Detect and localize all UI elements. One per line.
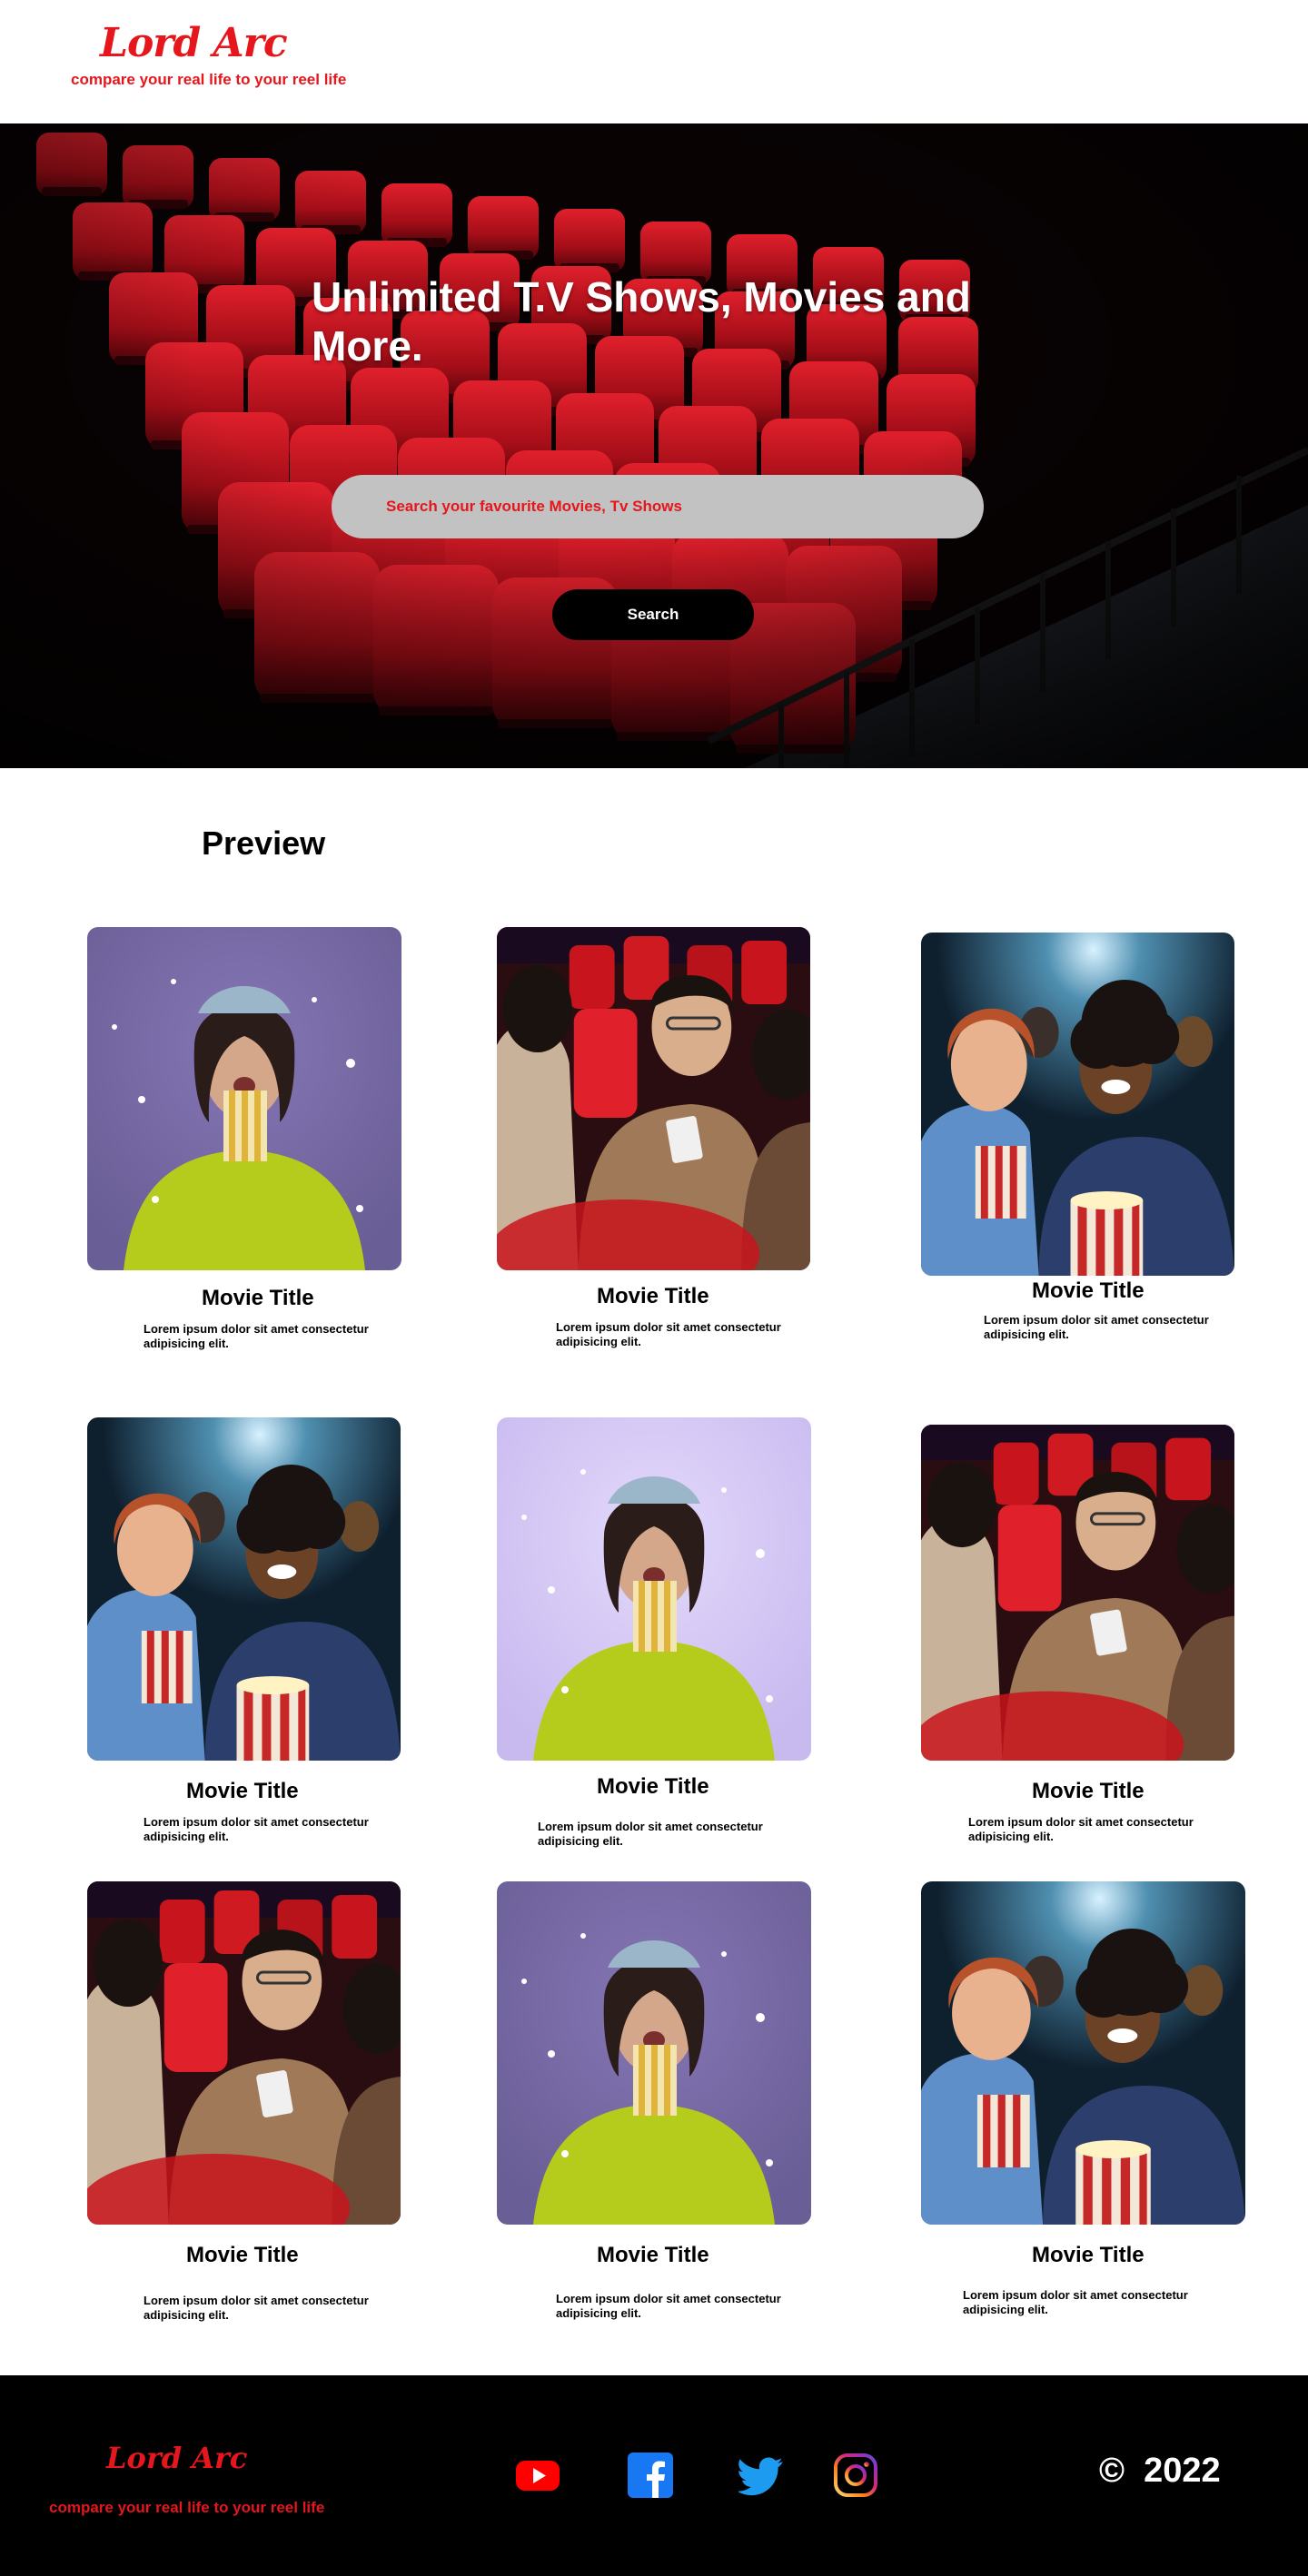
site-header: Lord Arc compare your real life to your …: [0, 0, 1308, 123]
copyright-year: 2022: [1144, 2452, 1221, 2490]
movie-title[interactable]: Movie Title: [186, 2243, 299, 2268]
movie-description: Lorem ipsum dolor sit amet consectetur a…: [963, 2288, 1188, 2316]
movie-title[interactable]: Movie Title: [597, 1774, 709, 1800]
preview-heading: Preview: [202, 824, 326, 862]
footer-logo[interactable]: Lord Arc: [106, 2441, 247, 2475]
movie-description: Lorem ipsum dolor sit amet consectetur a…: [968, 1815, 1194, 1843]
movie-poster-image[interactable]: [87, 1881, 401, 2225]
youtube-icon[interactable]: [514, 2452, 561, 2499]
movie-title[interactable]: Movie Title: [186, 1779, 299, 1804]
search-button[interactable]: Search: [552, 589, 754, 640]
search-input[interactable]: [332, 475, 984, 538]
movie-title[interactable]: Movie Title: [1032, 1779, 1144, 1804]
movie-poster-image[interactable]: [921, 1881, 1245, 2225]
facebook-icon[interactable]: [627, 2452, 674, 2499]
movie-title[interactable]: Movie Title: [1032, 1278, 1144, 1304]
preview-section: Preview Movie Title Lorem ipsum dolor si…: [0, 768, 1308, 2375]
site-footer: Lord Arc compare your real life to your …: [0, 2375, 1308, 2576]
movie-description: Lorem ipsum dolor sit amet consectetur a…: [984, 1313, 1209, 1341]
movie-poster-image[interactable]: [87, 1417, 401, 1761]
movie-poster-image[interactable]: [497, 927, 810, 1270]
hero-title: Unlimited T.V Shows, Movies and More.: [312, 273, 971, 370]
copyright: © 2022: [1099, 2452, 1221, 2491]
movie-poster-image[interactable]: [497, 1881, 811, 2225]
movie-title[interactable]: Movie Title: [597, 2243, 709, 2268]
movie-description: Lorem ipsum dolor sit amet consectetur a…: [538, 1820, 763, 1848]
footer-tagline: compare your real life to your reel life: [49, 2499, 325, 2516]
movie-title[interactable]: Movie Title: [597, 1284, 709, 1309]
instagram-icon[interactable]: [832, 2452, 879, 2499]
movie-title[interactable]: Movie Title: [202, 1286, 314, 1311]
movie-poster-image[interactable]: [497, 1417, 811, 1761]
movie-description: Lorem ipsum dolor sit amet consectetur a…: [144, 1322, 369, 1350]
movie-description: Lorem ipsum dolor sit amet consectetur a…: [144, 2294, 369, 2322]
cinema-seats-background: [0, 123, 1308, 768]
hero-section: Unlimited T.V Shows, Movies and More. Se…: [0, 123, 1308, 768]
movie-poster-image[interactable]: [921, 1425, 1234, 1761]
movie-poster-image[interactable]: [921, 933, 1234, 1276]
movie-description: Lorem ipsum dolor sit amet consectetur a…: [556, 1320, 781, 1348]
copyright-icon: ©: [1099, 2452, 1125, 2490]
twitter-icon[interactable]: [738, 2452, 786, 2499]
movie-poster-image[interactable]: [87, 927, 401, 1270]
movie-description: Lorem ipsum dolor sit amet consectetur a…: [556, 2292, 781, 2320]
movie-title[interactable]: Movie Title: [1032, 2243, 1144, 2268]
logo[interactable]: Lord Arc: [100, 20, 288, 66]
logo-tagline: compare your real life to your reel life: [71, 71, 347, 88]
movie-description: Lorem ipsum dolor sit amet consectetur a…: [144, 1815, 369, 1843]
